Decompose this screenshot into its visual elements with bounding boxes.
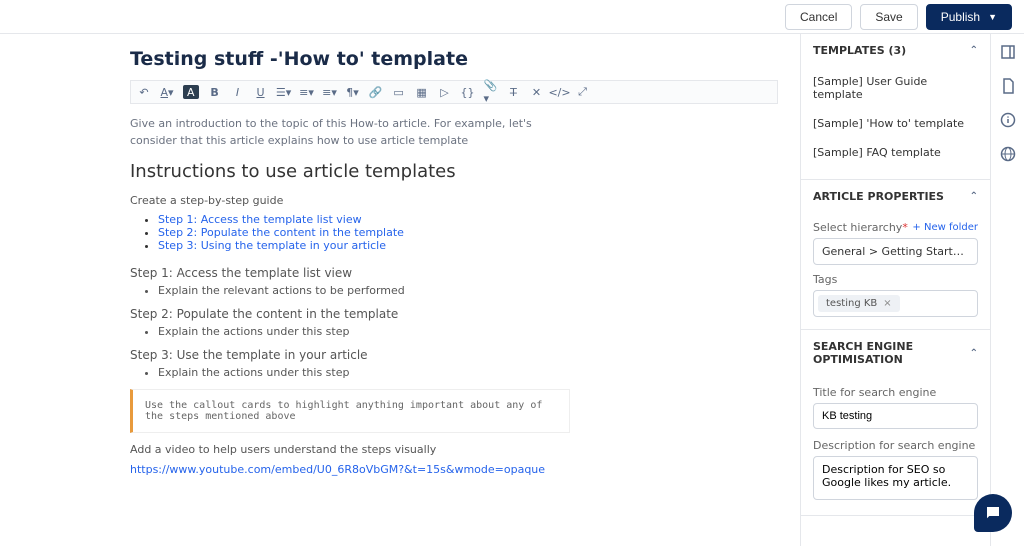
font-color-icon[interactable]: A▾ (160, 85, 174, 99)
tag-label: testing KB (826, 298, 877, 309)
top-action-bar: Cancel Save Publish ▼ (0, 0, 1024, 34)
panel-toggle-icon[interactable] (1000, 44, 1016, 60)
step-detail[interactable]: Explain the actions under this step (158, 366, 778, 379)
step-heading[interactable]: Step 1: Access the template list view (130, 266, 778, 280)
seo-description-input[interactable] (813, 456, 978, 500)
seo-description-label: Description for search engine (813, 439, 978, 452)
hierarchy-selector[interactable]: General > Getting Started > Account Sett (813, 238, 978, 265)
publish-button[interactable]: Publish ▼ (926, 4, 1012, 30)
new-folder-link[interactable]: + New folder (912, 222, 978, 233)
save-button[interactable]: Save (860, 4, 917, 30)
seo-panel: SEARCH ENGINE OPTIMISATION ⌃ Title for s… (801, 330, 990, 516)
seo-title-label: Title for search engine (813, 386, 978, 399)
hierarchy-label: Select hierarchy (813, 221, 902, 234)
unordered-list-icon[interactable]: ☰▾ (277, 85, 291, 99)
required-asterisk: * (902, 221, 908, 234)
image-icon[interactable]: ▭ (392, 85, 406, 99)
chevron-up-icon: ⌃ (970, 191, 978, 202)
chevron-down-icon: ▼ (988, 12, 997, 22)
article-subheading[interactable]: Instructions to use article templates (130, 161, 778, 182)
template-item[interactable]: [Sample] 'How to' template (813, 109, 978, 138)
article-title[interactable]: Testing stuff -'How to' template (130, 48, 778, 70)
code-braces-icon[interactable]: {} (461, 85, 475, 99)
globe-icon[interactable] (1000, 146, 1016, 162)
video-url-link[interactable]: https://www.youtube.com/embed/U0_6R8oVbG… (130, 463, 545, 476)
callout-card[interactable]: Use the callout cards to highlight anyth… (130, 389, 570, 433)
document-icon[interactable] (1000, 78, 1016, 94)
editor-toolbar: ↶ A▾ A B I U ☰▾ ≡▾ ≡▾ ¶▾ 🔗 ▭ ▦ ▷ {} 📎▾ T… (130, 80, 778, 104)
step-heading[interactable]: Step 2: Populate the content in the temp… (130, 307, 778, 321)
right-rail (990, 34, 1024, 546)
template-item[interactable]: [Sample] User Guide template (813, 67, 978, 109)
highlight-icon[interactable]: A (183, 85, 199, 99)
undo-icon[interactable]: ↶ (137, 85, 151, 99)
properties-panel-header[interactable]: ARTICLE PROPERTIES ⌃ (801, 180, 990, 213)
templates-heading: TEMPLATES (3) (813, 44, 906, 57)
expand-icon[interactable]: ⤢ (576, 85, 590, 99)
template-item[interactable]: [Sample] FAQ template (813, 138, 978, 167)
attachment-icon[interactable]: 📎▾ (484, 85, 498, 99)
seo-heading: SEARCH ENGINE OPTIMISATION (813, 340, 970, 366)
templates-panel-header[interactable]: TEMPLATES (3) ⌃ (801, 34, 990, 67)
publish-label: Publish (941, 10, 980, 24)
tags-label: Tags (813, 273, 837, 286)
clear-format-icon[interactable]: ✕ (530, 85, 544, 99)
paragraph-icon[interactable]: ¶▾ (346, 85, 360, 99)
chevron-up-icon: ⌃ (970, 45, 978, 56)
link-icon[interactable]: 🔗 (369, 85, 383, 99)
video-intro-text[interactable]: Add a video to help users understand the… (130, 443, 778, 456)
tags-input[interactable]: testing KB × (813, 290, 978, 317)
step-detail[interactable]: Explain the actions under this step (158, 325, 778, 338)
step-detail[interactable]: Explain the relevant actions to be perfo… (158, 284, 778, 297)
tag-chip: testing KB × (818, 295, 900, 312)
toc-intro[interactable]: Create a step-by-step guide (130, 194, 778, 207)
toc-link[interactable]: Step 2: Populate the content in the temp… (158, 226, 404, 239)
underline-icon[interactable]: U (254, 85, 268, 99)
bold-icon[interactable]: B (208, 85, 222, 99)
align-icon[interactable]: ≡▾ (323, 85, 337, 99)
chat-widget-button[interactable] (974, 494, 1012, 532)
table-icon[interactable]: ▦ (415, 85, 429, 99)
italic-icon[interactable]: I (231, 85, 245, 99)
ordered-list-icon[interactable]: ≡▾ (300, 85, 314, 99)
toc-item: Step 2: Populate the content in the temp… (158, 226, 778, 239)
editor-area: Testing stuff -'How to' template ↶ A▾ A … (0, 34, 800, 546)
article-properties-panel: ARTICLE PROPERTIES ⌃ Select hierarchy* +… (801, 180, 990, 330)
step-heading[interactable]: Step 3: Use the template in your article (130, 348, 778, 362)
seo-title-input[interactable] (813, 403, 978, 429)
chevron-up-icon: ⌃ (970, 348, 978, 359)
remove-tag-icon[interactable]: × (883, 298, 891, 309)
article-intro[interactable]: Give an introduction to the topic of thi… (130, 116, 580, 149)
templates-panel: TEMPLATES (3) ⌃ [Sample] User Guide temp… (801, 34, 990, 180)
chat-icon (984, 504, 1002, 522)
seo-panel-header[interactable]: SEARCH ENGINE OPTIMISATION ⌃ (801, 330, 990, 376)
info-icon[interactable] (1000, 112, 1016, 128)
strikethrough-icon[interactable]: T̶ (507, 85, 521, 99)
html-icon[interactable]: </> (553, 85, 567, 99)
table-of-contents: Step 1: Access the template list view St… (130, 213, 778, 252)
toc-link[interactable]: Step 1: Access the template list view (158, 213, 362, 226)
toc-item: Step 1: Access the template list view (158, 213, 778, 226)
cancel-button[interactable]: Cancel (785, 4, 852, 30)
properties-heading: ARTICLE PROPERTIES (813, 190, 944, 203)
toc-link[interactable]: Step 3: Using the template in your artic… (158, 239, 386, 252)
video-icon[interactable]: ▷ (438, 85, 452, 99)
toc-item: Step 3: Using the template in your artic… (158, 239, 778, 252)
properties-sidebar: TEMPLATES (3) ⌃ [Sample] User Guide temp… (800, 34, 990, 546)
